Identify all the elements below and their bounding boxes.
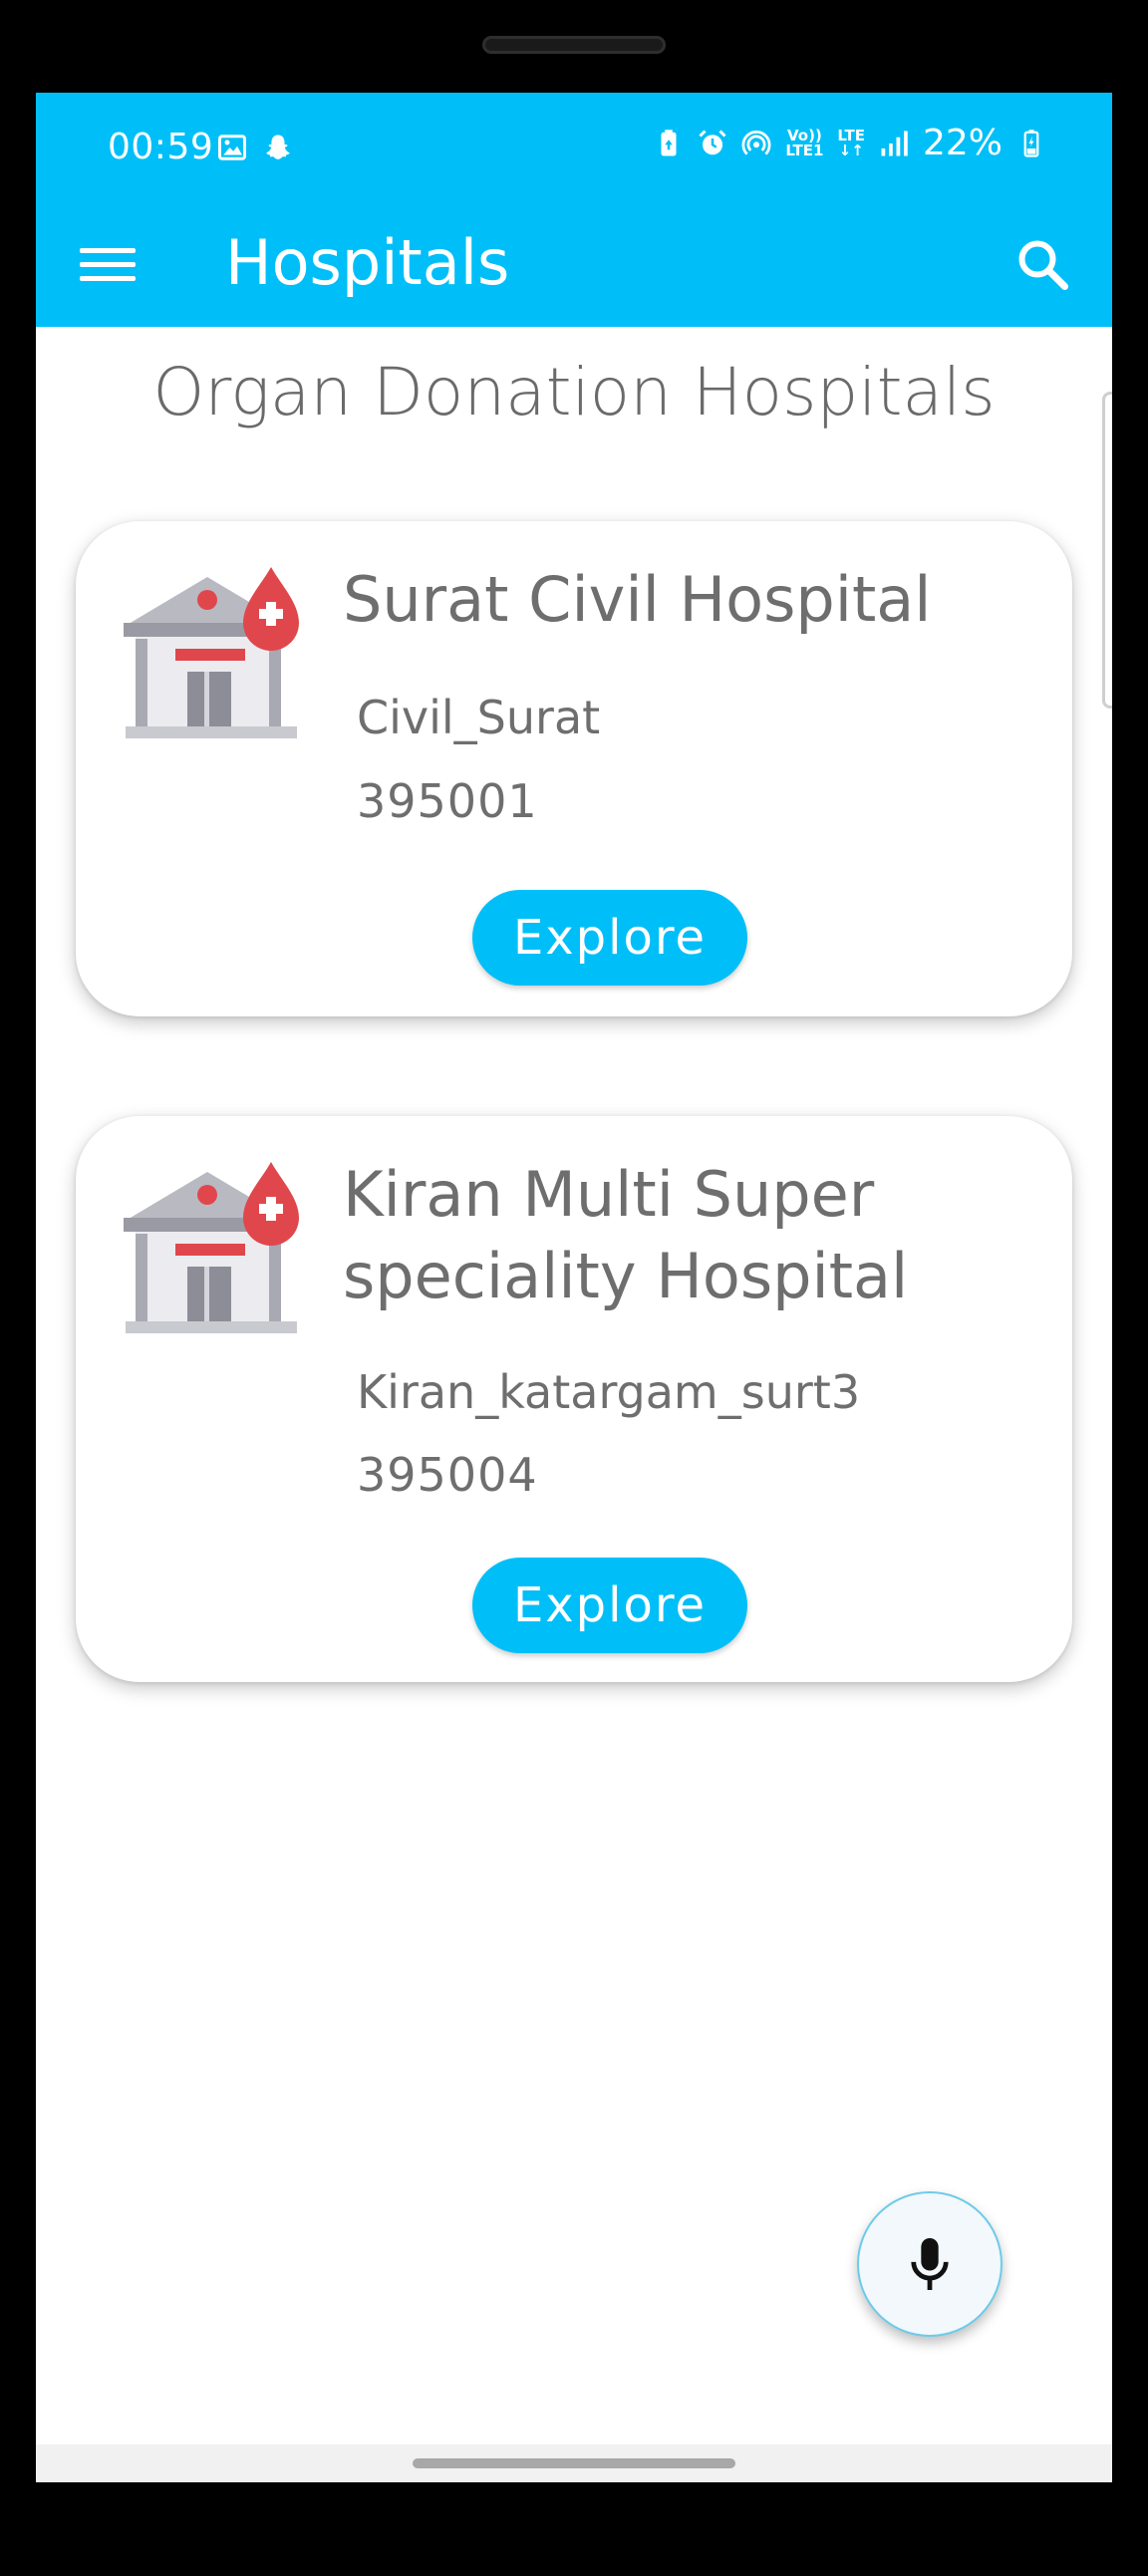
earpiece-speaker: [482, 36, 666, 54]
hotspot-icon: [741, 130, 771, 155]
hospital-pincode: 395004: [357, 1448, 538, 1502]
volte-icon: Vo)) LTE1: [785, 126, 824, 159]
lte-icon: LTE ↓↑: [837, 126, 865, 159]
battery-charging-icon: [1023, 129, 1039, 157]
phone-frame: 00:59 Vo)) LTE1 LTE ↓↑ 22% Hospitals Org…: [0, 0, 1148, 2576]
hamburger-menu-icon[interactable]: [80, 238, 136, 290]
hospital-area: Civil_Surat: [357, 691, 601, 744]
hospital-area: Kiran_katargam_surt3: [357, 1365, 861, 1419]
status-right-icons: Vo)) LTE1 LTE ↓↑ 22%: [654, 123, 1046, 163]
status-bar: 00:59 Vo)) LTE1 LTE ↓↑ 22%: [36, 93, 1112, 202]
page-heading: Organ Donation Hospitals: [152, 354, 996, 430]
hospital-name: Surat Civil Hospital: [343, 563, 932, 636]
battery-saver-icon: [661, 129, 677, 155]
image-icon: [218, 135, 246, 160]
system-nav-bar: [36, 2444, 1112, 2482]
explore-button[interactable]: Explore: [472, 890, 747, 986]
battery-percentage: 22%: [922, 123, 1003, 163]
microphone-icon: [911, 2238, 949, 2290]
hospital-blood-drop-icon: [124, 567, 299, 738]
status-time: 00:59: [108, 127, 214, 167]
scroll-indicator: [1102, 392, 1112, 709]
hospital-name: Kiran Multi Super speciality Hospital: [343, 1158, 909, 1312]
hospital-card: Surat Civil Hospital Civil_Surat 395001 …: [76, 521, 1072, 1016]
status-left-icons: [217, 133, 293, 162]
snapchat-icon: [266, 135, 290, 159]
app-screen: 00:59 Vo)) LTE1 LTE ↓↑ 22% Hospitals Org…: [36, 93, 1112, 2482]
alarm-icon: [699, 129, 726, 154]
signal-icon: [881, 131, 908, 155]
explore-button[interactable]: Explore: [472, 1558, 747, 1653]
app-bar-title: Hospitals: [225, 226, 510, 299]
app-bar: Hospitals: [36, 202, 1112, 327]
home-gesture-handle[interactable]: [413, 2458, 735, 2468]
hospital-blood-drop-icon: [124, 1162, 299, 1333]
search-icon[interactable]: [1012, 234, 1072, 294]
hospital-pincode: 395001: [357, 774, 538, 828]
hospital-card: Kiran Multi Super speciality Hospital Ki…: [76, 1116, 1072, 1682]
voice-search-button[interactable]: [857, 2191, 1003, 2337]
